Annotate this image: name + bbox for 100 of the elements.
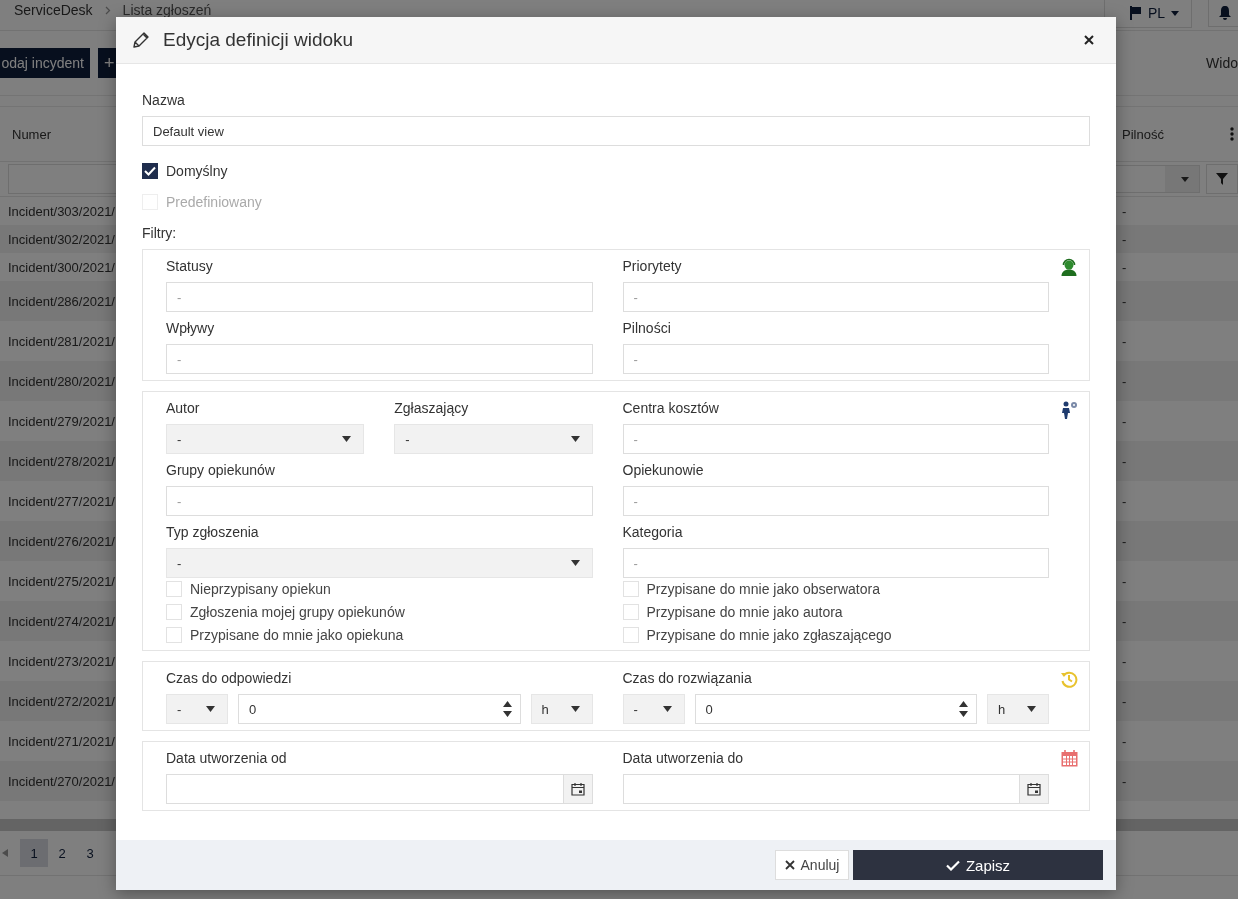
field-label: Typ zgłoszenia xyxy=(166,523,260,542)
dropdown[interactable]: - xyxy=(166,424,365,454)
page-button[interactable]: 2 xyxy=(48,839,76,867)
table-cell-text: - xyxy=(1121,453,1128,469)
field-label: Data utworzenia do xyxy=(622,749,745,768)
table-cell-text: Incident/280/2021/ xyxy=(7,373,115,389)
field-label: Pilności xyxy=(622,319,672,338)
column-header[interactable]: Numer xyxy=(0,126,51,142)
table-cell-text: Incident/279/2021/ xyxy=(7,413,115,429)
breadcrumb-current: Lista zgłoszeń xyxy=(122,3,212,18)
bell-icon xyxy=(1219,6,1231,20)
checkbox-label: Przypisane do mnie jako obserwatora xyxy=(646,581,880,597)
caret-icon xyxy=(1181,176,1189,182)
field-label: Kategoria xyxy=(622,523,684,542)
input-field[interactable]: - xyxy=(622,424,1049,454)
check-icon xyxy=(945,859,960,871)
unit-dropdown[interactable]: h xyxy=(987,694,1049,724)
unit-dropdown[interactable]: h xyxy=(530,694,593,724)
number-field[interactable]: 0 xyxy=(694,694,977,724)
section-label: Filtry: xyxy=(142,224,178,243)
input-field[interactable]: - xyxy=(166,282,593,312)
operator-dropdown[interactable]: - xyxy=(166,694,228,724)
table-cell-text: - xyxy=(1121,293,1128,309)
table-cell-text: Incident/275/2021/ xyxy=(7,573,115,589)
flag-icon xyxy=(1128,6,1142,20)
caret-icon xyxy=(1027,706,1036,712)
table-cell-text: - xyxy=(1121,413,1128,429)
table-cell-text: Incident/272/2021/ xyxy=(7,693,115,709)
input-field[interactable]: - xyxy=(622,548,1049,578)
table-cell-text: Incident/281/2021/ xyxy=(7,333,115,349)
breadcrumb-link[interactable]: ServiceDesk xyxy=(14,3,93,18)
pencil-icon xyxy=(131,30,151,50)
save-button[interactable]: Zapisz xyxy=(853,850,1103,880)
calendar-icon xyxy=(1060,750,1078,767)
close-icon xyxy=(784,860,795,870)
input-field[interactable]: - xyxy=(166,486,593,516)
table-cell-text: Incident/303/2021/ xyxy=(7,203,115,219)
notification-button[interactable] xyxy=(1208,0,1238,27)
spinner-icon[interactable] xyxy=(502,699,512,719)
field-label: Opiekunowie xyxy=(622,461,705,480)
number-field[interactable]: 0 xyxy=(238,694,521,724)
table-cell-text: Incident/302/2021/ xyxy=(7,231,115,247)
input-field[interactable]: - xyxy=(622,486,1049,516)
calendar-icon xyxy=(570,782,585,796)
spinner-icon[interactable] xyxy=(959,699,968,719)
calendar-button[interactable] xyxy=(562,775,592,803)
person-gear-icon xyxy=(1059,400,1079,420)
cancel-button[interactable]: Anuluj xyxy=(775,850,849,880)
add-incident-button[interactable]: odaj incydent xyxy=(0,48,90,78)
page-button[interactable]: 1 xyxy=(20,839,48,867)
table-cell-text: - xyxy=(1121,231,1128,247)
field-label: Centra kosztów xyxy=(622,399,720,418)
table-cell-text: - xyxy=(1121,259,1128,275)
field-label: Czas do odpowiedzi xyxy=(166,669,293,688)
column-header[interactable]: Pilność xyxy=(1112,126,1218,142)
table-cell-text: - xyxy=(1121,773,1128,789)
dropdown[interactable]: - xyxy=(166,548,593,578)
checkbox-label: Przypisane do mnie jako opiekuna xyxy=(190,627,404,643)
checkbox-label: Zgłoszenia mojej grupy opiekunów xyxy=(190,604,405,620)
caret-icon xyxy=(662,706,672,712)
field-label: Statusy xyxy=(166,257,214,276)
field-label: Zgłaszający xyxy=(394,399,470,418)
dropdown[interactable]: - xyxy=(394,424,593,454)
table-cell-text: Incident/300/2021/ xyxy=(7,259,115,275)
input-field[interactable]: - xyxy=(166,344,593,374)
field-label: Data utworzenia od xyxy=(166,749,288,768)
dialog-title: Edycja definicji widoku xyxy=(163,29,354,51)
filter-button[interactable] xyxy=(1206,164,1238,194)
table-cell-text: - xyxy=(1121,333,1128,349)
caret-icon xyxy=(206,706,215,712)
table-cell-text: Incident/273/2021/ xyxy=(7,653,115,669)
field-label: Czas do rozwiązania xyxy=(622,669,753,688)
table-cell-text: - xyxy=(1121,493,1128,509)
table-cell-text: Incident/276/2021/ xyxy=(7,533,115,549)
table-cell-text: - xyxy=(1121,373,1128,389)
chevron-icon xyxy=(104,6,111,15)
views-label[interactable]: Wido xyxy=(1206,55,1238,71)
input-field[interactable]: - xyxy=(622,344,1049,374)
clock-history-icon xyxy=(1060,670,1078,688)
checkbox[interactable] xyxy=(142,163,158,179)
close-icon[interactable] xyxy=(1084,35,1094,45)
checkbox-label: Przypisane do mnie jako autora xyxy=(646,604,843,620)
table-cell-text: Incident/274/2021/ xyxy=(7,613,115,629)
page-button[interactable]: 3 xyxy=(76,839,104,867)
field-label: Nazwa xyxy=(142,91,186,110)
name-field[interactable]: Default view xyxy=(142,116,1090,146)
field-label: Autor xyxy=(166,399,201,418)
date-field[interactable] xyxy=(622,774,1049,804)
date-field[interactable] xyxy=(166,774,593,804)
table-cell-text: - xyxy=(1121,653,1128,669)
table-cell-text: Incident/277/2021/ xyxy=(7,493,115,509)
field-label: Priorytety xyxy=(622,257,683,276)
calendar-button[interactable] xyxy=(1019,775,1048,803)
filter-icon xyxy=(1216,173,1228,185)
caret-icon xyxy=(1171,10,1179,16)
input-field[interactable]: - xyxy=(622,282,1049,312)
more-icon[interactable] xyxy=(1230,127,1234,141)
table-cell-text: - xyxy=(1121,533,1128,549)
checkbox-label: Domyślny xyxy=(166,163,228,179)
operator-dropdown[interactable]: - xyxy=(622,694,685,724)
